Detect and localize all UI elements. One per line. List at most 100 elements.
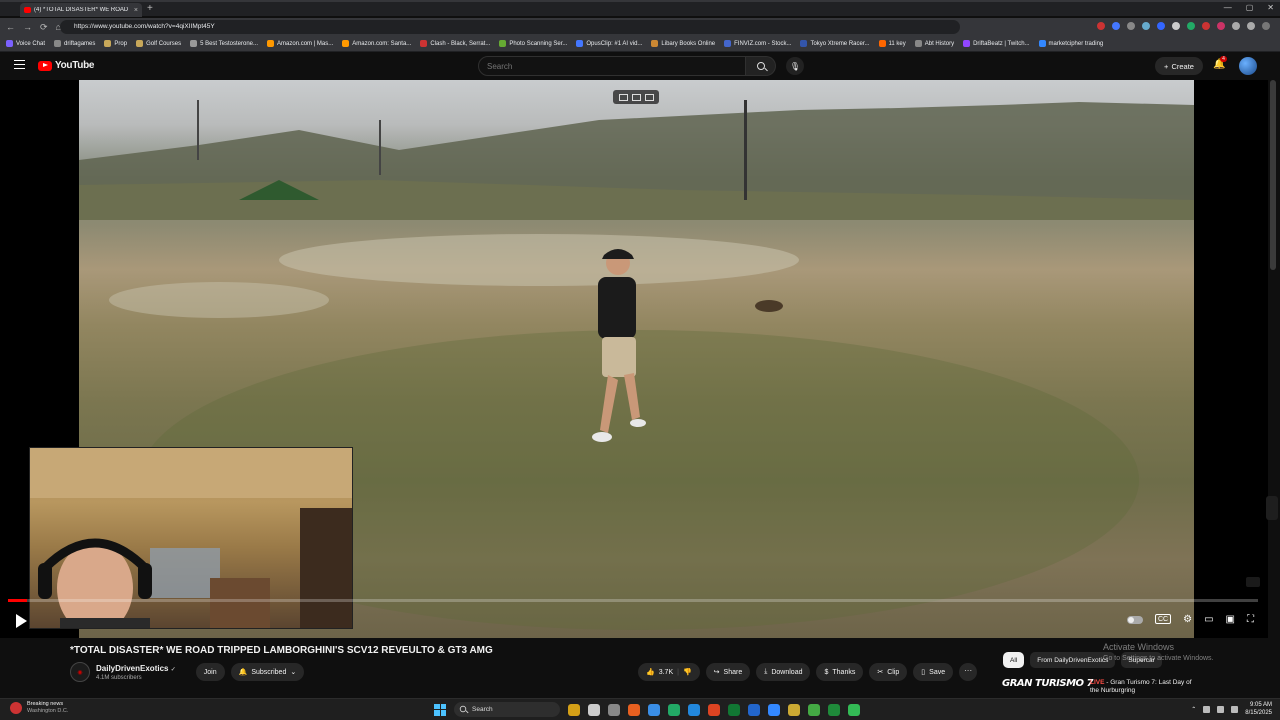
taskbar-app-icon[interactable] bbox=[848, 703, 860, 716]
chevron-up-icon[interactable]: ⌃ bbox=[1191, 706, 1196, 713]
thumbs-down-icon[interactable]: 👎 bbox=[683, 668, 692, 676]
bookmark-item[interactable]: OpusClip: #1 AI vid... bbox=[576, 40, 642, 47]
overlay-icon-2[interactable] bbox=[631, 93, 641, 101]
play-button[interactable] bbox=[16, 614, 27, 628]
taskbar-app-icon[interactable] bbox=[748, 703, 760, 716]
bookmark-item[interactable]: driftagames bbox=[54, 40, 95, 47]
new-tab-button[interactable]: + bbox=[147, 3, 153, 14]
bookmark-item[interactable]: Golf Courses bbox=[136, 40, 181, 47]
bookmark-item[interactable]: Abt History bbox=[914, 40, 954, 47]
extension-icon[interactable] bbox=[1247, 22, 1255, 30]
bookmark-item[interactable]: DriftaBeatz | Twitch... bbox=[963, 40, 1030, 47]
extension-icon[interactable] bbox=[1217, 22, 1225, 30]
windows-start-icon[interactable] bbox=[434, 703, 446, 716]
news-widget[interactable]: Breaking news Washington D.C. bbox=[10, 701, 68, 715]
bookmark-item[interactable]: Voice Chat bbox=[6, 40, 45, 47]
browser-tab-youtube[interactable]: (4) *TOTAL DISASTER* WE ROAD × bbox=[20, 3, 142, 17]
forward-icon[interactable]: → bbox=[23, 22, 32, 32]
taskbar-app-icon[interactable] bbox=[668, 703, 680, 716]
tab-close-icon[interactable]: × bbox=[134, 7, 138, 14]
taskbar-search[interactable]: Search bbox=[454, 702, 560, 717]
url-field[interactable]: https://www.youtube.com/watch?v=4qiXIIMp… bbox=[60, 20, 960, 34]
volume-icon[interactable] bbox=[1217, 705, 1225, 713]
extension-icon[interactable] bbox=[1202, 22, 1210, 30]
taskbar-app-icon[interactable] bbox=[608, 703, 620, 716]
bookmark-item[interactable]: Amazon.com: Santa... bbox=[342, 40, 411, 47]
taskbar-app-icon[interactable] bbox=[788, 703, 800, 716]
search-button[interactable] bbox=[746, 56, 776, 76]
bookmark-item[interactable]: FINVIZ.com - Stock... bbox=[724, 40, 791, 47]
reload-icon[interactable]: ⟳ bbox=[40, 22, 48, 33]
taskbar-app-icon[interactable] bbox=[568, 703, 580, 716]
channel-avatar[interactable]: ◉ bbox=[70, 662, 90, 682]
video-player[interactable]: CC ⚙ ▭ ▣ ⛶ bbox=[0, 80, 1268, 638]
extension-icon[interactable] bbox=[1097, 22, 1105, 30]
voice-search-button[interactable]: 🎙 bbox=[786, 57, 804, 75]
fullscreen-icon[interactable]: ⛶ bbox=[1247, 614, 1254, 625]
autoplay-toggle[interactable] bbox=[1127, 616, 1143, 624]
recommended-video[interactable]: GRAN TURISMO 7 LIVE - Gran Turismo 7: La… bbox=[1002, 678, 1202, 694]
taskbar-app-icon[interactable] bbox=[648, 703, 660, 716]
youtube-logo[interactable]: YouTube bbox=[38, 60, 95, 71]
subscribed-button[interactable]: 🔔 Subscribed ⌄ bbox=[230, 663, 305, 681]
extension-icon[interactable] bbox=[1142, 22, 1150, 30]
save-button[interactable]: ▯ Save bbox=[913, 663, 954, 681]
search-input[interactable] bbox=[478, 56, 746, 76]
extension-icon[interactable] bbox=[1157, 22, 1165, 30]
bookmark-item[interactable]: 11 key bbox=[878, 40, 906, 47]
taskbar-app-icon[interactable] bbox=[728, 703, 740, 716]
windows-taskbar: Breaking news Washington D.C. Search ⌃ 9… bbox=[0, 698, 1280, 720]
miniplayer-icon[interactable]: ▭ bbox=[1204, 614, 1213, 625]
extension-icon[interactable] bbox=[1127, 22, 1135, 30]
channel-name-link[interactable]: DailyDrivenExotics ✓ bbox=[96, 664, 176, 673]
landscape-hills bbox=[79, 100, 1194, 220]
taskbar-app-icon[interactable] bbox=[768, 703, 780, 716]
account-avatar[interactable] bbox=[1239, 57, 1257, 75]
back-icon[interactable]: ← bbox=[6, 22, 15, 32]
bookmark-item[interactable]: Photo Scanning Ser... bbox=[499, 40, 567, 47]
battery-icon[interactable] bbox=[1231, 705, 1239, 713]
extension-icon[interactable] bbox=[1187, 22, 1195, 30]
extension-icon[interactable] bbox=[1172, 22, 1180, 30]
share-button[interactable]: ↪ Share bbox=[705, 663, 751, 681]
bookmark-item[interactable]: Prop bbox=[104, 40, 127, 47]
bookmark-item[interactable]: Amazon.com | Mas... bbox=[267, 40, 333, 47]
bookmark-item[interactable]: Tokyo Xtreme Racer... bbox=[800, 40, 870, 47]
chip-all[interactable]: All bbox=[1003, 652, 1025, 668]
progress-bar[interactable] bbox=[8, 599, 1258, 602]
side-extension-icon[interactable] bbox=[1266, 496, 1278, 520]
taskbar-app-icon[interactable] bbox=[588, 703, 600, 716]
bookmark-item[interactable]: 5 Best Testosterone... bbox=[190, 40, 258, 47]
overlay-controls[interactable] bbox=[613, 90, 659, 104]
settings-gear-icon[interactable]: ⚙ bbox=[1183, 614, 1192, 625]
taskbar-app-icon[interactable] bbox=[708, 703, 720, 716]
overlay-icon-3[interactable] bbox=[644, 93, 654, 101]
taskbar-app-icon[interactable] bbox=[808, 703, 820, 716]
clock[interactable]: 9:05 AM 8/15/2025 bbox=[1245, 701, 1272, 717]
maximize-button[interactable]: ▢ bbox=[1246, 3, 1254, 12]
bookmark-item[interactable]: Clash - Black, Serrat... bbox=[420, 40, 490, 47]
menu-icon[interactable] bbox=[14, 60, 25, 69]
bookmark-item[interactable]: Libary Books Online bbox=[651, 40, 715, 47]
taskbar-app-icon[interactable] bbox=[688, 703, 700, 716]
thanks-button[interactable]: $ Thanks bbox=[816, 663, 864, 681]
minimize-button[interactable]: — bbox=[1224, 3, 1232, 12]
captions-button[interactable]: CC bbox=[1155, 614, 1172, 624]
like-button[interactable]: 👍 3.7K | 👎 bbox=[638, 663, 700, 681]
extension-icon[interactable] bbox=[1112, 22, 1120, 30]
clip-button[interactable]: ✂ Clip bbox=[869, 663, 908, 681]
more-actions-button[interactable]: ··· bbox=[959, 663, 978, 681]
download-button[interactable]: ⤓ Download bbox=[756, 663, 811, 681]
page-scrollbar[interactable] bbox=[1270, 80, 1276, 270]
extension-icon[interactable] bbox=[1232, 22, 1240, 30]
join-button[interactable]: Join bbox=[195, 663, 225, 681]
bookmark-item[interactable]: marketcipher trading bbox=[1038, 40, 1103, 47]
taskbar-app-icon[interactable] bbox=[828, 703, 840, 716]
create-button[interactable]: + Create bbox=[1155, 57, 1203, 75]
overlay-icon-1[interactable] bbox=[618, 93, 628, 101]
theater-mode-icon[interactable]: ▣ bbox=[1226, 614, 1235, 625]
extension-icon[interactable] bbox=[1262, 22, 1270, 30]
close-window-button[interactable]: ✕ bbox=[1267, 3, 1274, 12]
taskbar-app-icon[interactable] bbox=[628, 703, 640, 716]
network-icon[interactable] bbox=[1203, 705, 1211, 713]
